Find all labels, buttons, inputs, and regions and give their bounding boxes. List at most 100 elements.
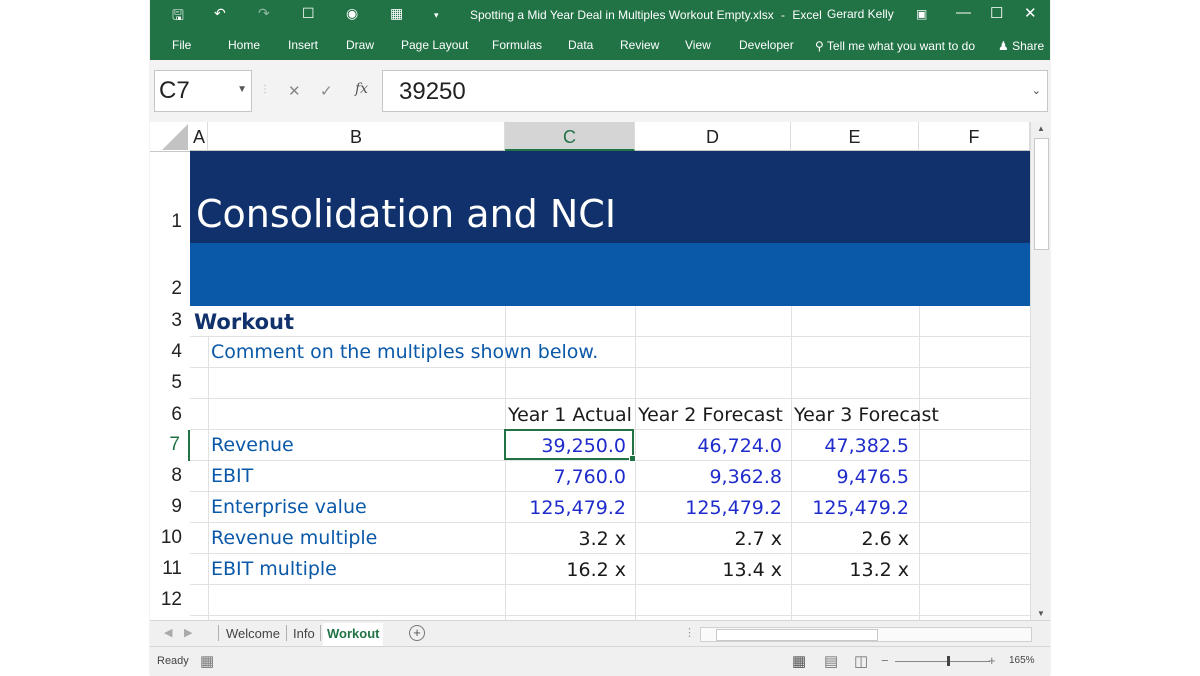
ribbon-display-options-icon[interactable]: ▣ <box>916 7 927 21</box>
page-break-view-icon[interactable]: ◫ <box>854 652 868 670</box>
col-header-year2[interactable]: Year 2 Forecast <box>638 404 783 426</box>
row-header-8[interactable]: 8 <box>150 465 190 487</box>
row-label-ebit[interactable]: EBIT <box>211 465 253 487</box>
macro-recording-icon[interactable]: ▦ <box>200 652 214 670</box>
tab-file[interactable]: File <box>172 38 191 52</box>
customize-qat-icon[interactable]: ▾ <box>434 10 439 21</box>
cell-ebit-y2[interactable]: 9,362.8 <box>635 466 782 488</box>
formula-input[interactable]: 39250 ⌄ <box>382 70 1048 112</box>
sheet-title[interactable]: Consolidation and NCI <box>196 192 616 236</box>
normal-view-icon[interactable]: ▦ <box>792 652 806 670</box>
zoom-slider[interactable] <box>895 656 990 666</box>
share-button[interactable]: ♟ Share <box>998 39 1044 53</box>
tab-review[interactable]: Review <box>620 38 659 52</box>
fill-handle[interactable] <box>629 455 636 462</box>
tab-data[interactable]: Data <box>568 38 593 52</box>
redo-icon[interactable]: ↷ <box>258 5 270 22</box>
column-header-c[interactable]: C <box>505 122 635 151</box>
cell-rev-multiple-y2[interactable]: 2.7 x <box>635 528 783 550</box>
active-cell-selection[interactable] <box>504 429 636 462</box>
cell-revenue-y3[interactable]: 47,382.5 <box>791 435 909 457</box>
insert-function-button[interactable]: fx <box>355 81 368 97</box>
new-sheet-icon[interactable]: + <box>409 625 425 641</box>
cell-ebit-multiple-y1[interactable]: 16.2 x <box>505 559 626 581</box>
tab-formulas[interactable]: Formulas <box>492 38 542 52</box>
row-header-2[interactable]: 2 <box>150 278 190 300</box>
cell-ev-y1[interactable]: 125,479.2 <box>505 497 626 519</box>
close-icon[interactable]: ✕ <box>1024 4 1037 22</box>
minimize-icon[interactable]: — <box>956 4 971 21</box>
tab-draw[interactable]: Draw <box>346 38 374 52</box>
camera-icon[interactable]: ◉ <box>346 5 358 22</box>
instruction-text[interactable]: Comment on the multiples shown below. <box>211 341 598 363</box>
row-header-1[interactable]: 1 <box>150 211 190 233</box>
vertical-scrollbar[interactable]: ▲ ▼ <box>1030 122 1050 620</box>
zoom-slider-knob[interactable] <box>947 656 950 666</box>
column-header-b[interactable]: B <box>208 122 505 151</box>
sheet-tab-workout[interactable]: Workout <box>323 623 384 648</box>
worksheet-grid[interactable]: A B C D E F 1 2 3 4 5 6 7 8 9 10 11 12 C… <box>150 122 1030 620</box>
horizontal-scrollbar[interactable] <box>700 627 1032 642</box>
tab-developer[interactable]: Developer <box>739 38 794 52</box>
column-header-d[interactable]: D <box>635 122 791 151</box>
cell-ev-y2[interactable]: 125,479.2 <box>635 497 782 519</box>
sheet-tab-info[interactable]: Info <box>293 626 315 641</box>
maximize-icon[interactable]: ☐ <box>990 4 1003 22</box>
scroll-up-icon[interactable]: ▲ <box>1037 124 1045 133</box>
row-label-enterprise-value[interactable]: Enterprise value <box>211 496 367 518</box>
zoom-out-icon[interactable]: − <box>881 653 889 668</box>
row-header-9[interactable]: 9 <box>150 496 190 518</box>
zoom-level[interactable]: 165% <box>1009 655 1035 666</box>
zoom-in-icon[interactable]: + <box>988 653 996 668</box>
row-header-6[interactable]: 6 <box>150 404 190 426</box>
cell-revenue-y2[interactable]: 46,724.0 <box>635 435 782 457</box>
section-heading[interactable]: Workout <box>194 310 294 334</box>
enter-check-icon[interactable]: ✓ <box>320 82 333 100</box>
tab-page-layout[interactable]: Page Layout <box>401 38 468 52</box>
vertical-scroll-thumb[interactable] <box>1034 138 1049 250</box>
row-header-5[interactable]: 5 <box>150 372 190 394</box>
tell-me-box[interactable]: ⚲ Tell me what you want to do <box>815 39 975 53</box>
row-label-revenue[interactable]: Revenue <box>211 434 294 456</box>
column-header-a[interactable]: A <box>190 122 208 151</box>
page-layout-view-icon[interactable]: ▤ <box>824 652 838 670</box>
tab-view[interactable]: View <box>685 38 711 52</box>
save-icon[interactable]: 🖫 <box>172 5 184 29</box>
sheet-tab-welcome[interactable]: Welcome <box>226 626 280 641</box>
cell-ebit-y1[interactable]: 7,760.0 <box>505 466 626 488</box>
chevron-down-icon[interactable]: ▼ <box>237 84 247 95</box>
row-header-12[interactable]: 12 <box>150 589 190 611</box>
cell-rev-multiple-y3[interactable]: 2.6 x <box>791 528 910 550</box>
more-options-icon[interactable]: ⋮ <box>260 84 270 95</box>
tab-scroll-right-icon[interactable]: ▶ <box>184 626 192 639</box>
cell-rev-multiple-y1[interactable]: 3.2 x <box>505 528 627 550</box>
name-box[interactable]: C7 ▼ <box>154 70 252 112</box>
cell-ev-y3[interactable]: 125,479.2 <box>791 497 909 519</box>
tab-split-handle-icon[interactable]: ⋮ <box>684 626 695 639</box>
row-label-ebit-multiple[interactable]: EBIT multiple <box>211 558 337 580</box>
tab-home[interactable]: Home <box>228 38 260 52</box>
touch-mode-icon[interactable]: ☐ <box>302 5 315 22</box>
cancel-icon[interactable]: ✕ <box>288 82 301 100</box>
row-header-10[interactable]: 10 <box>150 527 190 549</box>
column-header-f[interactable]: F <box>919 122 1030 151</box>
row-header-7[interactable]: 7 <box>150 430 190 461</box>
cell-ebit-multiple-y3[interactable]: 13.2 x <box>791 559 909 581</box>
row-header-3[interactable]: 3 <box>150 310 190 332</box>
calculator-icon[interactable]: ▦ <box>390 5 403 22</box>
undo-icon[interactable]: ↶ <box>214 5 226 22</box>
cell-ebit-multiple-y2[interactable]: 13.4 x <box>635 559 782 581</box>
row-header-11[interactable]: 11 <box>150 558 190 580</box>
tab-insert[interactable]: Insert <box>288 38 318 52</box>
horizontal-scroll-thumb[interactable] <box>716 629 878 641</box>
row-header-4[interactable]: 4 <box>150 341 190 363</box>
cell-ebit-y3[interactable]: 9,476.5 <box>791 466 909 488</box>
col-header-year3[interactable]: Year 3 Forecast <box>794 404 939 426</box>
scroll-down-icon[interactable]: ▼ <box>1037 609 1045 618</box>
expand-formula-bar-icon[interactable]: ⌄ <box>1032 84 1041 97</box>
column-header-e[interactable]: E <box>791 122 919 151</box>
select-all-button[interactable] <box>150 122 190 152</box>
tab-scroll-left-icon[interactable]: ◀ <box>164 626 172 639</box>
col-header-year1[interactable]: Year 1 Actual <box>508 404 632 426</box>
user-name[interactable]: Gerard Kelly <box>827 7 894 21</box>
